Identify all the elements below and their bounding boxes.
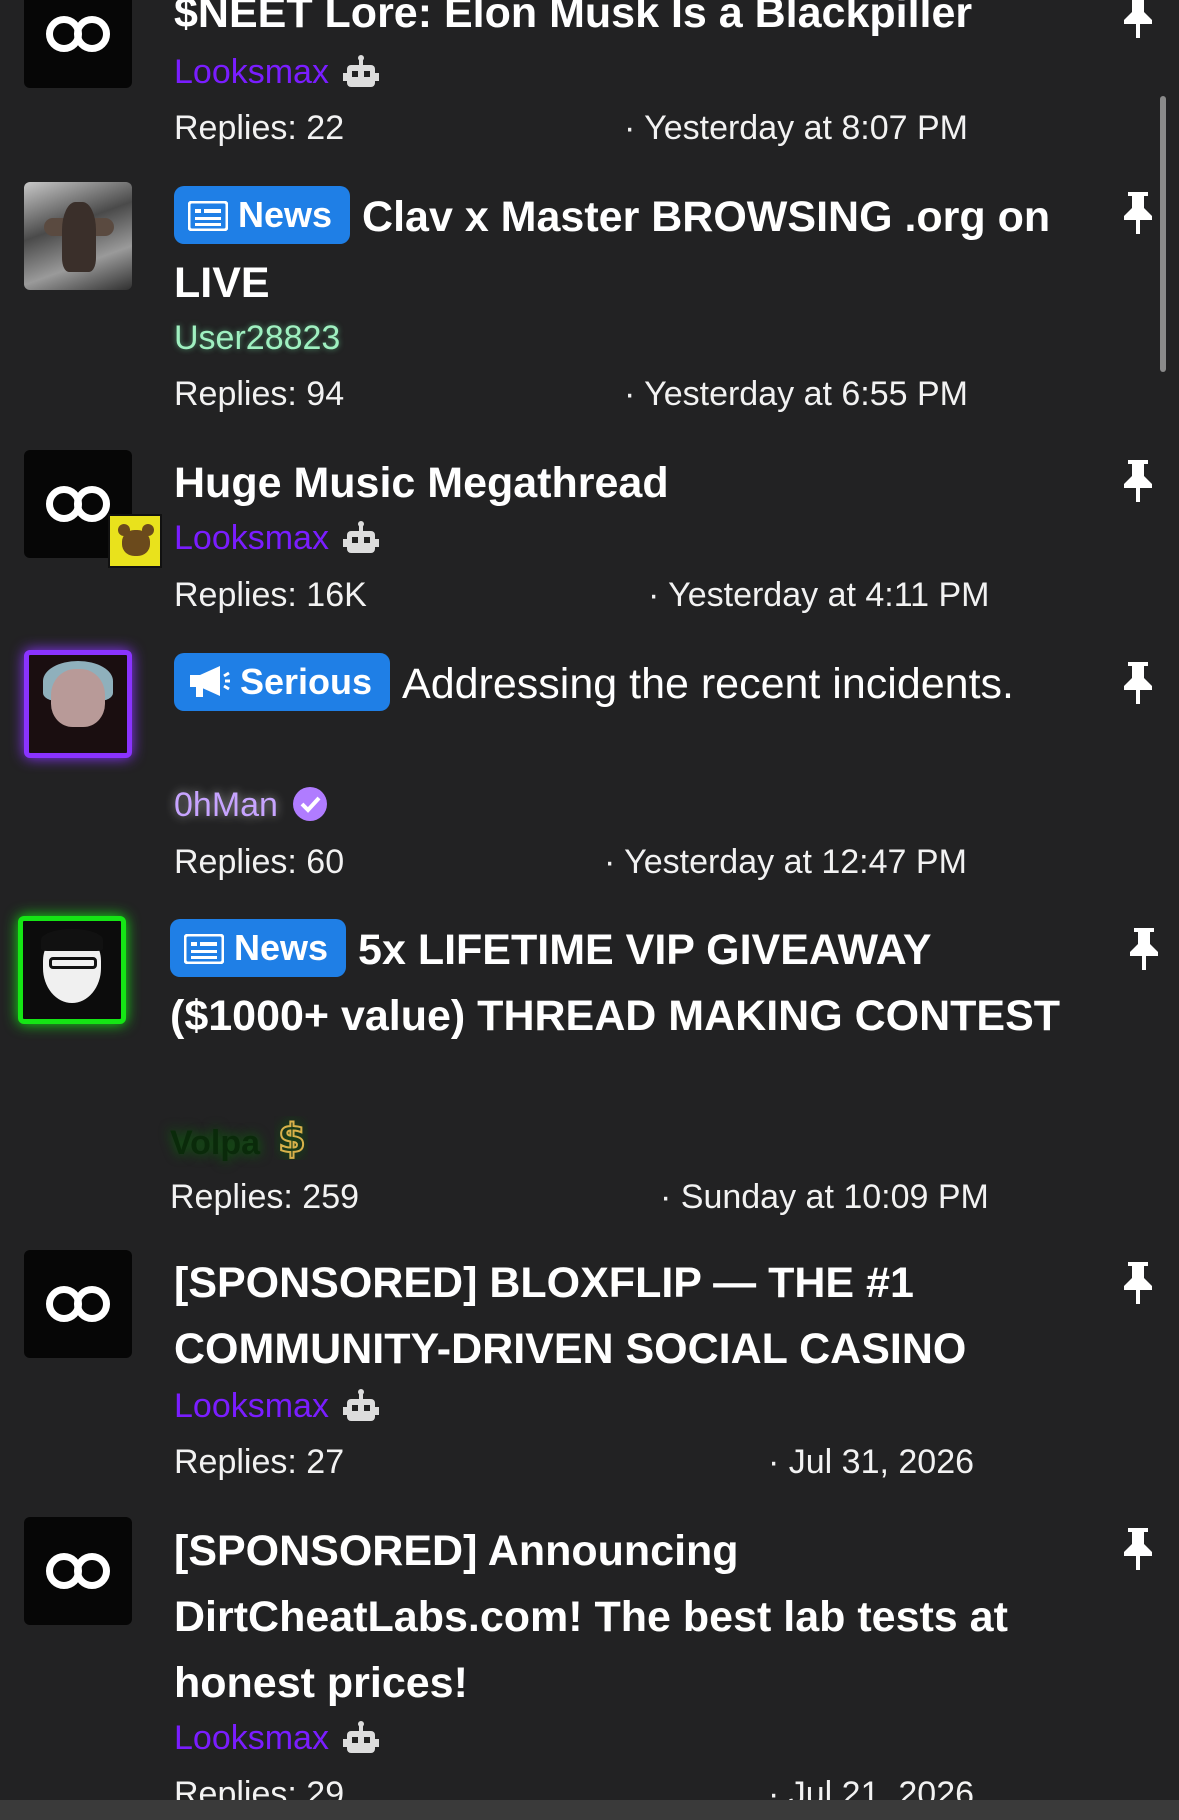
last-post-date[interactable]: · Yesterday at 8:07 PM xyxy=(624,104,968,152)
dollar-icon: $ xyxy=(274,1115,308,1173)
reply-count: Replies: 60 xyxy=(174,843,345,881)
thread-author[interactable]: Looksmax xyxy=(174,1382,379,1436)
newspaper-icon xyxy=(187,192,229,246)
thread-list: $NEET Lore: Elon Musk Is a Blackpiller L… xyxy=(0,0,1179,1820)
pin-icon xyxy=(1124,460,1152,502)
reply-count: Replies: 259 xyxy=(170,1178,360,1216)
robot-icon xyxy=(342,1720,379,1768)
last-post-date[interactable]: · Yesterday at 12:47 PM xyxy=(604,838,967,886)
avatar[interactable] xyxy=(24,1250,132,1358)
pin-icon xyxy=(1124,192,1152,234)
avatar[interactable] xyxy=(18,916,126,1024)
last-post-date[interactable]: · Sunday at 10:09 PM xyxy=(660,1173,989,1221)
thread-title[interactable]: News Clav x Master BROWSING .org on LIVE xyxy=(174,184,1104,316)
thread-title[interactable]: Serious Addressing the recent incidents. xyxy=(174,651,1104,717)
avatar[interactable] xyxy=(24,650,132,758)
bear-badge-icon xyxy=(108,514,162,568)
megaphone-icon xyxy=(188,659,230,713)
thread-author[interactable]: Volpa $ xyxy=(170,1115,308,1173)
newspaper-icon xyxy=(183,925,225,979)
thread-author[interactable]: Looksmax xyxy=(174,48,379,102)
svg-text:$: $ xyxy=(278,1116,306,1160)
robot-icon xyxy=(342,1388,379,1436)
last-post-date[interactable]: · Yesterday at 4:11 PM xyxy=(648,571,989,619)
robot-icon xyxy=(342,520,379,568)
prefix-badge[interactable]: News xyxy=(174,186,351,246)
pin-icon xyxy=(1124,1262,1152,1304)
verified-check-icon xyxy=(292,786,328,835)
prefix-badge[interactable]: Serious xyxy=(174,653,391,713)
robot-icon xyxy=(342,54,379,102)
thread-title[interactable]: $NEET Lore: Elon Musk Is a Blackpiller xyxy=(174,0,1104,46)
pin-icon xyxy=(1124,0,1152,38)
reply-count: Replies: 16K xyxy=(174,576,367,614)
thread-author[interactable]: Looksmax xyxy=(174,514,379,568)
pin-icon xyxy=(1124,1528,1152,1570)
scrollbar[interactable] xyxy=(1160,96,1166,372)
pin-icon xyxy=(1124,662,1152,704)
thread-author[interactable]: 0hMan xyxy=(174,781,328,835)
avatar[interactable] xyxy=(24,0,132,88)
reply-count: Replies: 94 xyxy=(174,375,345,413)
thread-title[interactable]: [SPONSORED] Announcing DirtCheatLabs.com… xyxy=(174,1518,1104,1716)
reply-count: Replies: 22 xyxy=(174,109,345,147)
thread-title[interactable]: [SPONSORED] BLOXFLIP — THE #1 COMMUNITY-… xyxy=(174,1250,1104,1382)
reply-count: Replies: 27 xyxy=(174,1443,345,1481)
avatar[interactable] xyxy=(24,182,132,290)
avatar[interactable] xyxy=(24,1517,132,1625)
bottom-toolbar-edge xyxy=(0,1800,1179,1820)
prefix-badge[interactable]: News xyxy=(170,919,347,979)
thread-author[interactable]: User28823 xyxy=(174,314,340,362)
pin-icon xyxy=(1130,928,1158,970)
last-post-date[interactable]: · Jul 31, 2026 xyxy=(768,1438,974,1486)
thread-title[interactable]: News 5x LIFETIME VIP GIVEAWAY ($1000+ val… xyxy=(170,917,1100,1049)
last-post-date[interactable]: · Yesterday at 6:55 PM xyxy=(624,370,968,418)
thread-author[interactable]: Looksmax xyxy=(174,1714,379,1768)
thread-title[interactable]: Huge Music Megathread xyxy=(174,450,1104,516)
